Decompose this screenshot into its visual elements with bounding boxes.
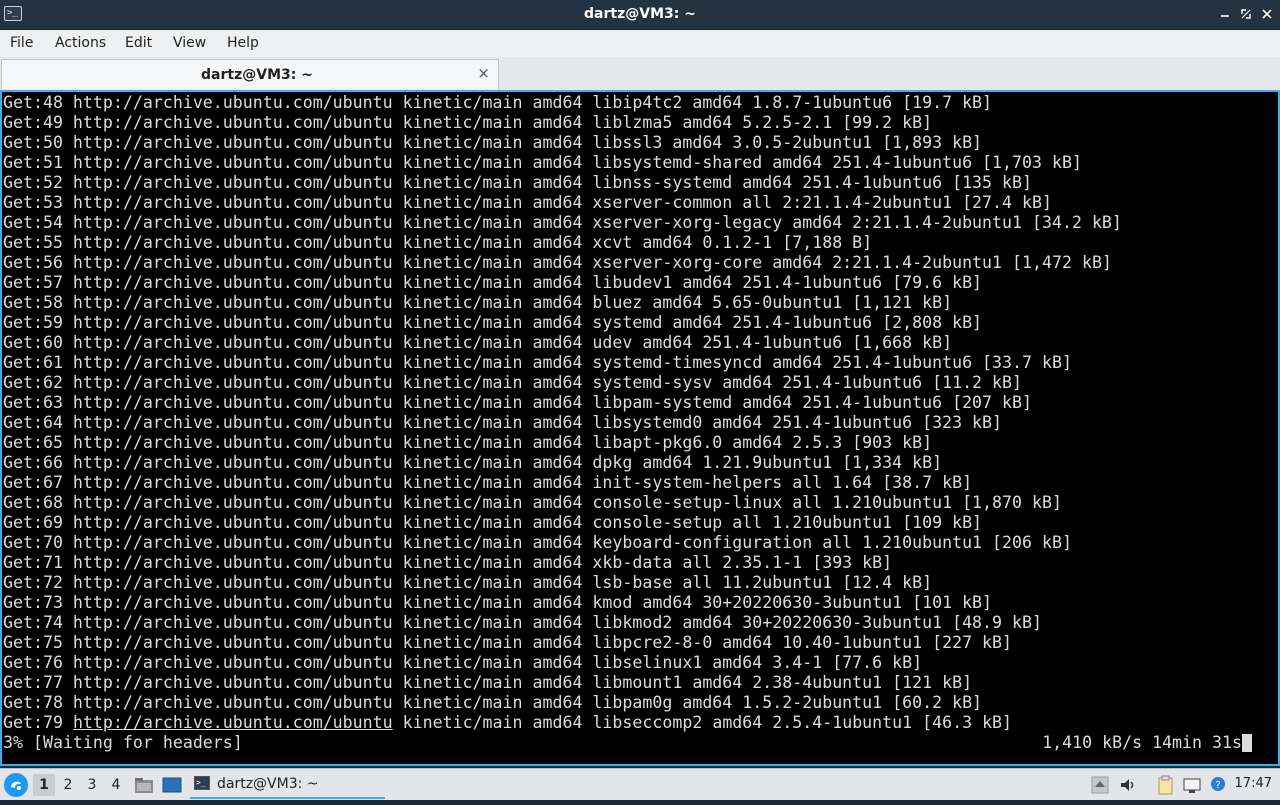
workspace-4[interactable]: 4 — [105, 774, 127, 796]
terminal-line: Get:75 http://archive.ubuntu.com/ubuntu … — [3, 633, 1013, 652]
window-titlebar[interactable]: >_ dartz@VM3: ~ — [0, 0, 1280, 30]
menu-bar: File Actions Edit View Help — [0, 30, 1280, 57]
close-icon[interactable] — [1258, 5, 1276, 23]
clipboard-icon[interactable] — [1155, 775, 1175, 795]
url-link[interactable]: http://archive.ubuntu.com/ubuntu — [73, 713, 393, 732]
terminal-line: Get:67 http://archive.ubuntu.com/ubuntu … — [3, 473, 973, 492]
menu-edit[interactable]: Edit — [125, 35, 152, 51]
terminal-line: Get:48 http://archive.ubuntu.com/ubuntu … — [3, 93, 993, 112]
terminal-line: Get:79 http://archive.ubuntu.com/ubuntu … — [3, 713, 1122, 733]
line-suffix: kinetic/main amd64 libseccomp2 amd64 2.5… — [392, 713, 1013, 732]
menu-view[interactable]: View — [173, 35, 206, 51]
menu-help[interactable]: Help — [227, 35, 259, 51]
terminal-icon: >_ — [194, 776, 210, 790]
workspace-1[interactable]: 1 — [33, 774, 55, 796]
terminal-line: Get:53 http://archive.ubuntu.com/ubuntu … — [3, 193, 1052, 212]
text-cursor — [1242, 734, 1252, 752]
taskbar-task-label: dartz@VM3: ~ — [217, 776, 319, 792]
terminal-line: Get:61 http://archive.ubuntu.com/ubuntu … — [3, 353, 1072, 372]
terminal-line: Get:49 http://archive.ubuntu.com/ubuntu … — [3, 113, 933, 132]
menu-actions[interactable]: Actions — [55, 35, 106, 51]
start-menu-icon[interactable] — [4, 773, 28, 797]
terminal-line: Get:69 http://archive.ubuntu.com/ubuntu … — [3, 513, 983, 532]
download-speed: 1,410 kB/s 14min 31s — [1042, 733, 1242, 752]
file-manager-icon[interactable] — [134, 775, 154, 795]
terminal-line: Get:77 http://archive.ubuntu.com/ubuntu … — [3, 673, 973, 692]
terminal-line: Get:57 http://archive.ubuntu.com/ubuntu … — [3, 273, 983, 292]
terminal-line: Get:50 http://archive.ubuntu.com/ubuntu … — [3, 133, 983, 152]
workspace-3[interactable]: 3 — [81, 774, 103, 796]
terminal-line: Get:58 http://archive.ubuntu.com/ubuntu … — [3, 293, 953, 312]
show-desktop-icon[interactable] — [162, 775, 182, 795]
tab-close-icon[interactable]: × — [477, 64, 490, 82]
terminal-line: Get:63 http://archive.ubuntu.com/ubuntu … — [3, 393, 1032, 412]
terminal-line: Get:64 http://archive.ubuntu.com/ubuntu … — [3, 413, 1003, 432]
terminal-line: Get:78 http://archive.ubuntu.com/ubuntu … — [3, 693, 983, 712]
terminal-line: Get:62 http://archive.ubuntu.com/ubuntu … — [3, 373, 1023, 392]
terminal-line: Get:76 http://archive.ubuntu.com/ubuntu … — [3, 653, 923, 672]
svg-text:?: ? — [1215, 780, 1220, 791]
terminal-line: Get:66 http://archive.ubuntu.com/ubuntu … — [3, 453, 943, 472]
terminal-line: Get:52 http://archive.ubuntu.com/ubuntu … — [3, 173, 1032, 192]
maximize-icon[interactable] — [1237, 5, 1255, 23]
tray-arrow-up-icon[interactable] — [1090, 775, 1110, 795]
taskbar: 1 2 3 4 >_ dartz@VM3: ~ ? 17:47 — [0, 768, 1280, 800]
terminal-line: Get:65 http://archive.ubuntu.com/ubuntu … — [3, 433, 933, 452]
volume-icon[interactable] — [1118, 775, 1138, 795]
terminal-view[interactable]: Get:48 http://archive.ubuntu.com/ubuntu … — [0, 90, 1280, 766]
workspace-2[interactable]: 2 — [57, 774, 79, 796]
menu-file[interactable]: File — [10, 35, 33, 51]
minimize-icon[interactable] — [1216, 5, 1234, 23]
tab-bar: dartz@VM3: ~ × — [0, 57, 1280, 91]
tab-terminal[interactable]: dartz@VM3: ~ × — [1, 59, 499, 89]
terminal-line: Get:51 http://archive.ubuntu.com/ubuntu … — [3, 153, 1082, 172]
line-prefix: Get:79 — [3, 713, 73, 732]
tab-label: dartz@VM3: ~ — [201, 67, 313, 83]
terminal-line: Get:72 http://archive.ubuntu.com/ubuntu … — [3, 573, 933, 592]
terminal-line: Get:68 http://archive.ubuntu.com/ubuntu … — [3, 493, 1062, 512]
clock: 17:47 — [1234, 776, 1272, 791]
taskbar-terminal-button[interactable]: >_ dartz@VM3: ~ — [190, 771, 385, 799]
notification-icon[interactable]: ? — [1209, 775, 1229, 795]
terminal-line: Get:54 http://archive.ubuntu.com/ubuntu … — [3, 213, 1122, 232]
terminal-line: Get:56 http://archive.ubuntu.com/ubuntu … — [3, 253, 1112, 272]
terminal-line: Get:60 http://archive.ubuntu.com/ubuntu … — [3, 333, 953, 352]
window-title: dartz@VM3: ~ — [584, 6, 696, 22]
terminal-line: Get:59 http://archive.ubuntu.com/ubuntu … — [3, 313, 983, 332]
terminal-output: Get:48 http://archive.ubuntu.com/ubuntu … — [3, 93, 1122, 733]
terminal-line: Get:71 http://archive.ubuntu.com/ubuntu … — [3, 553, 893, 572]
terminal-line: Get:73 http://archive.ubuntu.com/ubuntu … — [3, 593, 993, 612]
network-icon[interactable] — [1182, 775, 1202, 795]
terminal-line: Get:55 http://archive.ubuntu.com/ubuntu … — [3, 233, 873, 252]
terminal-line: Get:74 http://archive.ubuntu.com/ubuntu … — [3, 613, 1042, 632]
apt-status: 3% [Waiting for headers] — [3, 733, 243, 752]
terminal-line: Get:70 http://archive.ubuntu.com/ubuntu … — [3, 533, 1072, 552]
